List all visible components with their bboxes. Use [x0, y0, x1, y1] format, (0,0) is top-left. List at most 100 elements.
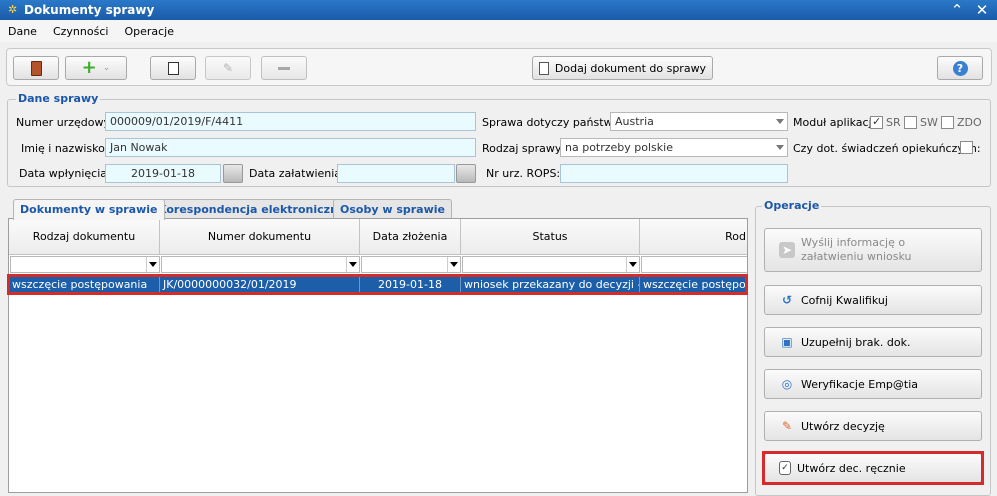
cell-number: JK/0000000032/01/2019	[160, 276, 360, 294]
case-type-label: Rodzaj sprawy:	[482, 142, 565, 155]
operations-legend: Operacje	[762, 199, 822, 212]
send-info-label: Wyślij informację o załatwieniu wniosku	[801, 236, 912, 263]
door-icon	[30, 60, 42, 76]
care-benefits-label: Czy dot. świadczeń opiekuńczych:	[793, 142, 981, 155]
office-number-label: Numer urzędowy:	[16, 116, 113, 129]
pencil-icon: ✎	[222, 61, 234, 75]
menu-dane[interactable]: Dane	[0, 25, 45, 38]
filter-status[interactable]	[462, 256, 640, 273]
chevron-down-icon	[776, 119, 784, 124]
name-label: Imię i nazwisko:	[21, 142, 109, 155]
tab-osoby[interactable]: Osoby w sprawie	[333, 199, 452, 219]
close-icon[interactable]: ✕	[973, 1, 991, 19]
chevron-down-icon	[776, 145, 784, 150]
edit-button[interactable]: ✎	[205, 56, 251, 80]
module-sr-checkbox[interactable]: ✓	[870, 115, 883, 129]
menu-operacje[interactable]: Operacje	[116, 25, 182, 38]
cell-date: 2019-01-18	[360, 276, 461, 294]
module-sw-checkbox[interactable]	[904, 116, 917, 129]
country-label: Sprawa dotyczy państwa:	[482, 116, 624, 129]
calendar-settled-button[interactable]	[456, 164, 476, 183]
minus-icon	[278, 66, 290, 70]
calendar-received-button[interactable]	[223, 164, 243, 183]
filter-date[interactable]	[361, 256, 461, 273]
create-manual-decision-button[interactable]: ✓ Utwórz dec. ręcznie	[764, 453, 982, 483]
cell-type: wszczęcie postępowania	[9, 276, 160, 294]
empatia-verification-button[interactable]: ◎ Weryfikacje Emp@tia	[764, 369, 982, 399]
module-sr-label: SR	[886, 116, 901, 129]
column-header-type2[interactable]: Rod	[640, 219, 747, 255]
rops-number-label: Nr urz. ROPS:	[486, 167, 561, 180]
document-icon	[538, 61, 549, 75]
tab-korespondencja[interactable]: Korespondencja elektroniczna	[151, 199, 353, 219]
rops-number-field[interactable]	[560, 164, 788, 183]
module-label: Moduł aplikacji:	[793, 116, 879, 129]
tab-dokumenty[interactable]: Dokumenty w sprawie	[13, 199, 165, 220]
dropdown-arrow-icon[interactable]	[626, 257, 639, 272]
settled-date-label: Data załatwienia:	[249, 167, 345, 180]
window-title: Dokumenty sprawy	[24, 3, 155, 17]
open-document-button[interactable]	[150, 56, 196, 80]
exit-button[interactable]	[13, 56, 59, 80]
case-type-select[interactable]: na potrzeby polskie	[560, 138, 788, 157]
decision-icon: ✎	[781, 419, 793, 433]
menubar: Dane Czynności Operacje	[0, 20, 997, 42]
documents-grid: Rodzaj dokumentu Numer dokumentu Data zł…	[8, 218, 748, 493]
add-document-to-case-button[interactable]: Dodaj dokument do sprawy	[532, 56, 713, 80]
case-data-legend: Dane sprawy	[16, 92, 101, 105]
chevron-down-icon: ⌄	[102, 63, 111, 73]
undo-icon: ↺	[781, 293, 793, 307]
filter-type2[interactable]	[641, 256, 747, 273]
office-number-field[interactable]: 000009/01/2019/F/4411	[105, 112, 476, 131]
gift-icon: ▣	[781, 335, 793, 349]
received-date-label: Data wpłynięcia:	[19, 167, 111, 180]
module-zdo-checkbox[interactable]	[941, 116, 954, 129]
help-icon: ?	[952, 60, 968, 76]
filter-number[interactable]	[161, 256, 360, 273]
complete-missing-docs-button[interactable]: ▣ Uzupełnij brak. dok.	[764, 327, 982, 357]
create-decision-button[interactable]: ✎ Utwórz decyzję	[764, 411, 982, 441]
add-document-label: Dodaj dokument do sprawy	[554, 61, 707, 75]
checklist-icon: ✓	[779, 461, 791, 475]
cell-type2: wszczęcie postępowa	[643, 278, 747, 291]
cell-status: wniosek przekazany do decyzji - ...	[461, 276, 640, 294]
module-sw-label: SW	[920, 116, 938, 129]
checkmark-icon: ✓	[872, 115, 882, 128]
empatia-verification-label: Weryfikacje Emp@tia	[801, 377, 919, 391]
module-zdo-label: ZDO	[957, 116, 982, 129]
dropdown-arrow-icon[interactable]	[346, 257, 359, 272]
send-info-button[interactable]: ➤ Wyślij informację o załatwieniu wniosk…	[764, 228, 982, 272]
undo-qualify-label: Cofnij Kwalifikuj	[801, 293, 888, 307]
globe-icon: ◎	[781, 377, 793, 391]
send-icon: ➤	[779, 242, 795, 258]
column-header-status[interactable]: Status	[461, 219, 640, 255]
toolbar: + ⌄ ✎ Dodaj dokument do sprawy ?	[6, 48, 992, 86]
help-button[interactable]: ?	[937, 56, 983, 80]
received-date-field[interactable]: 2019-01-18	[105, 164, 221, 183]
complete-missing-docs-label: Uzupełnij brak. dok.	[801, 335, 911, 349]
undo-qualify-button[interactable]: ↺ Cofnij Kwalifikuj	[764, 285, 982, 315]
column-header-date[interactable]: Data złożenia	[360, 219, 461, 255]
app-icon: ✲	[8, 3, 18, 16]
document-icon	[167, 61, 179, 75]
create-manual-decision-label: Utwórz dec. ręcznie	[797, 461, 906, 475]
care-benefits-checkbox[interactable]	[960, 141, 973, 154]
settled-date-field[interactable]	[337, 164, 455, 183]
column-header-number[interactable]: Numer dokumentu	[160, 219, 360, 255]
plus-icon: +	[81, 57, 97, 78]
add-button[interactable]: + ⌄	[65, 56, 127, 80]
country-value: Austria	[615, 115, 654, 128]
name-field[interactable]: Jan Nowak	[105, 138, 476, 157]
window-titlebar: ✲ Dokumenty sprawy ⌃ ✕	[0, 0, 997, 20]
remove-button[interactable]	[261, 56, 307, 80]
table-row[interactable]: wszczęcie postępowania JK/0000000032/01/…	[9, 276, 747, 294]
menu-czynnosci[interactable]: Czynności	[45, 25, 116, 38]
country-select[interactable]: Austria	[610, 112, 788, 131]
collapse-icon[interactable]: ⌃	[948, 1, 966, 19]
dropdown-arrow-icon[interactable]	[146, 257, 159, 272]
dropdown-arrow-icon[interactable]	[447, 257, 460, 272]
create-decision-label: Utwórz decyzję	[801, 419, 885, 433]
filter-type[interactable]	[10, 256, 160, 273]
case-type-value: na potrzeby polskie	[565, 141, 673, 154]
column-header-type[interactable]: Rodzaj dokumentu	[9, 219, 160, 255]
